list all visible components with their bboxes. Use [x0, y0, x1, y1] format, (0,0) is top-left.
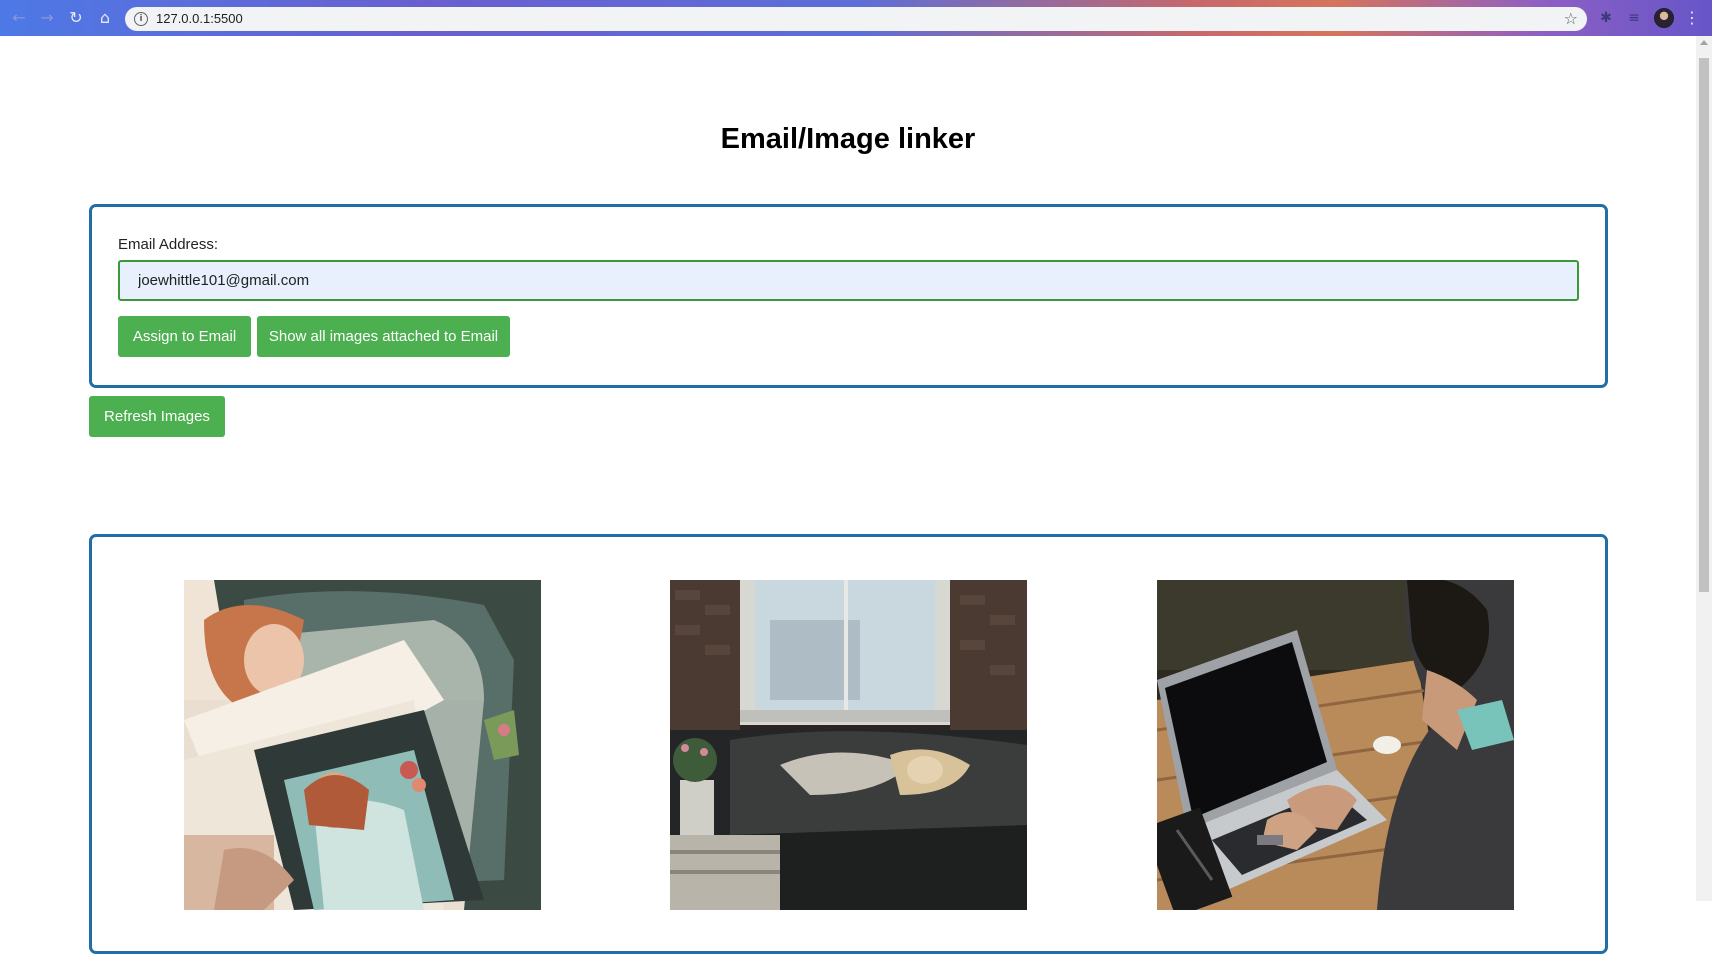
scrollbar-thumb[interactable] [1699, 58, 1709, 592]
gallery-image[interactable] [1157, 580, 1514, 910]
image-gallery [89, 534, 1608, 954]
reload-icon[interactable]: ↻ [66, 8, 86, 28]
page-title: Email/Image linker [720, 123, 976, 155]
gallery-image[interactable] [184, 580, 541, 910]
gallery-image[interactable] [670, 580, 1027, 910]
browser-toolbar: ← → ↻ ⌂ i 127.0.0.1:5500 ☆ ✱ ≡ ⋮ [0, 0, 1712, 36]
extensions-icon[interactable]: ✱ [1597, 9, 1615, 27]
bookmark-star-icon[interactable]: ☆ [1564, 9, 1578, 28]
vertical-scrollbar[interactable] [1696, 36, 1712, 901]
assign-to-email-button[interactable]: Assign to Email [118, 316, 251, 357]
refresh-images-button[interactable]: Refresh Images [89, 396, 225, 437]
back-icon[interactable]: ← [9, 8, 29, 28]
email-label: Email Address: [118, 236, 219, 253]
scroll-up-arrow-icon[interactable] [1700, 40, 1708, 45]
show-images-button[interactable]: Show all images attached to Email [257, 316, 510, 357]
home-icon[interactable]: ⌂ [95, 8, 115, 28]
couple-car-photo [184, 580, 541, 910]
address-bar[interactable]: i 127.0.0.1:5500 ☆ [125, 7, 1587, 31]
email-input[interactable] [118, 260, 1579, 301]
email-form-card: Email Address: Assign to Email Show all … [89, 204, 1608, 388]
sofa-window-photo [670, 580, 1027, 910]
profile-avatar[interactable] [1654, 8, 1674, 28]
page-body: Email/Image linker Email Address: Assign… [0, 36, 1696, 954]
address-url[interactable]: 127.0.0.1:5500 [156, 11, 243, 26]
browser-menu-icon[interactable]: ⋮ [1684, 8, 1700, 28]
reading-list-icon[interactable]: ≡ [1625, 9, 1643, 27]
forward-icon[interactable]: → [37, 8, 57, 28]
laptop-photo [1157, 580, 1514, 910]
site-info-icon[interactable]: i [134, 12, 148, 26]
